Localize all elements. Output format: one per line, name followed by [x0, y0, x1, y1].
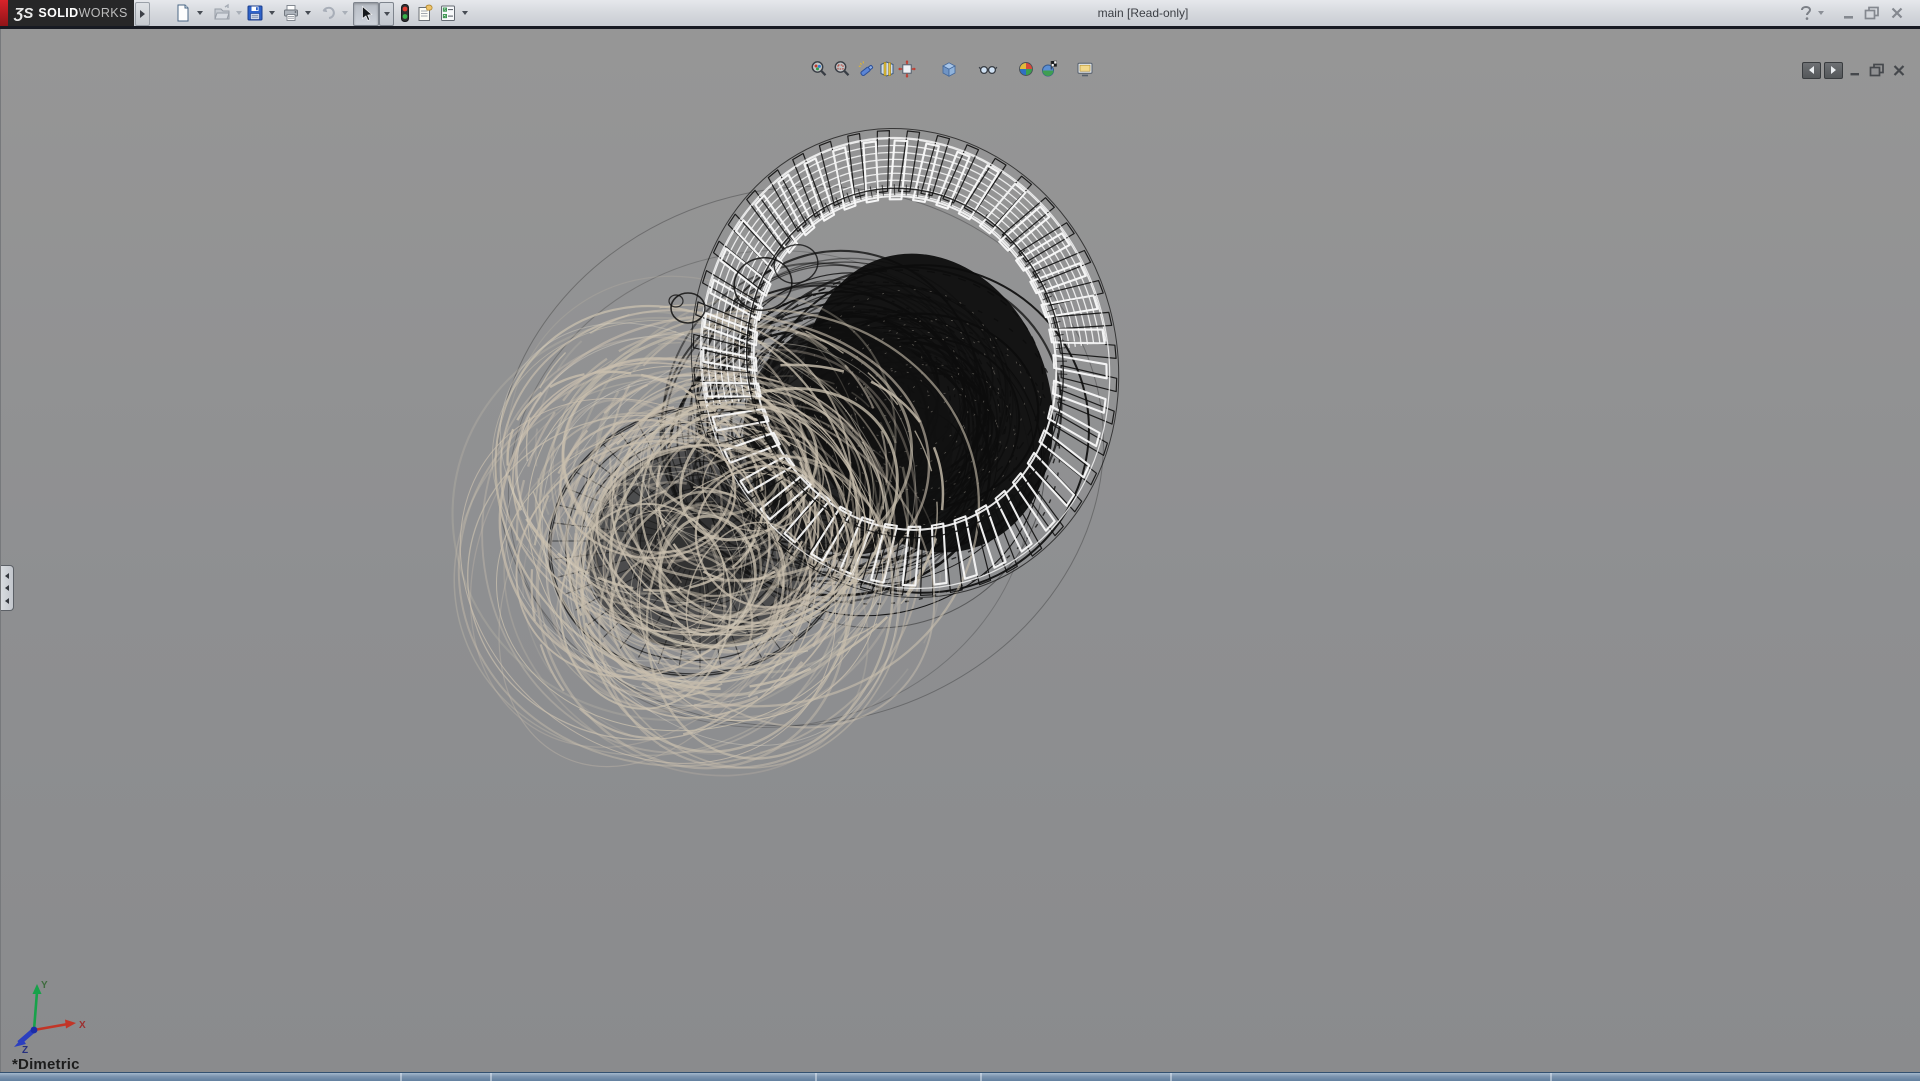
x-axis-label: X	[79, 1020, 86, 1031]
chevron-down-icon	[269, 11, 275, 15]
select-tool-button[interactable]	[353, 2, 379, 26]
save-dropdown[interactable]	[266, 2, 278, 24]
view-orientation-label: *Dimetric	[12, 1056, 80, 1073]
options-dropdown[interactable]	[459, 2, 471, 24]
titlebar: ƷS SOLIDWORKS	[0, 0, 1920, 26]
new-document-dropdown[interactable]	[194, 2, 206, 24]
chevron-down-icon	[384, 12, 390, 16]
save-floppy-icon	[245, 3, 265, 23]
brand-accent-stripe	[0, 0, 8, 26]
open-button[interactable]	[211, 2, 233, 24]
chevron-down-icon	[197, 11, 203, 15]
solidworks-window: { "window": { "title": "main [Read-only]…	[0, 0, 1920, 1080]
print-button[interactable]	[280, 2, 302, 24]
print-dropdown[interactable]	[302, 2, 314, 24]
chevron-down-icon	[1818, 11, 1824, 15]
options-checklist-icon	[438, 3, 458, 23]
solidworks-logo: ƷS SOLIDWORKS	[8, 0, 134, 26]
file-properties-icon	[415, 3, 435, 23]
engine-wireframe[interactable]	[0, 29, 1920, 1072]
menu-flyout-tab[interactable]	[135, 2, 150, 26]
chevron-down-icon	[462, 11, 468, 15]
solidworks-logo-bold: SOLID	[38, 6, 78, 20]
traffic-light-icon	[396, 3, 414, 23]
help-button[interactable]	[1798, 4, 1814, 21]
x-axis-arrow	[65, 1020, 76, 1029]
close-button[interactable]	[1888, 4, 1906, 21]
file-properties-button[interactable]	[414, 2, 436, 24]
solidworks-logo-glyph: ƷS	[14, 5, 33, 22]
solidworks-logo-light: WORKS	[79, 6, 128, 20]
open-folder-icon	[212, 3, 232, 23]
undo-arrow-icon	[318, 3, 338, 23]
cursor-arrow-icon	[356, 4, 376, 24]
close-icon	[1890, 6, 1904, 20]
restore-icon	[1864, 6, 1880, 20]
minimize-button[interactable]	[1840, 4, 1858, 21]
options-button[interactable]	[437, 2, 459, 24]
new-document-icon	[173, 3, 193, 23]
chevron-down-icon	[305, 11, 311, 15]
help-icon	[1799, 5, 1813, 21]
z-axis-label: Z	[22, 1045, 28, 1054]
select-tool-dropdown[interactable]	[379, 2, 394, 26]
y-axis-label: Y	[41, 980, 48, 991]
minimize-icon	[1842, 6, 1856, 20]
restore-button[interactable]	[1862, 4, 1882, 21]
help-dropdown[interactable]	[1816, 4, 1826, 21]
orientation-triad: Y X Z	[6, 978, 106, 1054]
rebuild-button[interactable]	[396, 2, 414, 24]
window-title: main [Read-only]	[1062, 6, 1224, 20]
chevron-right-icon	[140, 10, 145, 18]
undo-button[interactable]	[317, 2, 339, 24]
chevron-down-icon	[342, 11, 348, 15]
printer-icon	[281, 3, 301, 23]
undo-dropdown[interactable]	[339, 2, 351, 24]
new-document-button[interactable]	[172, 2, 194, 24]
chevron-down-icon	[236, 11, 242, 15]
save-button[interactable]	[244, 2, 266, 24]
